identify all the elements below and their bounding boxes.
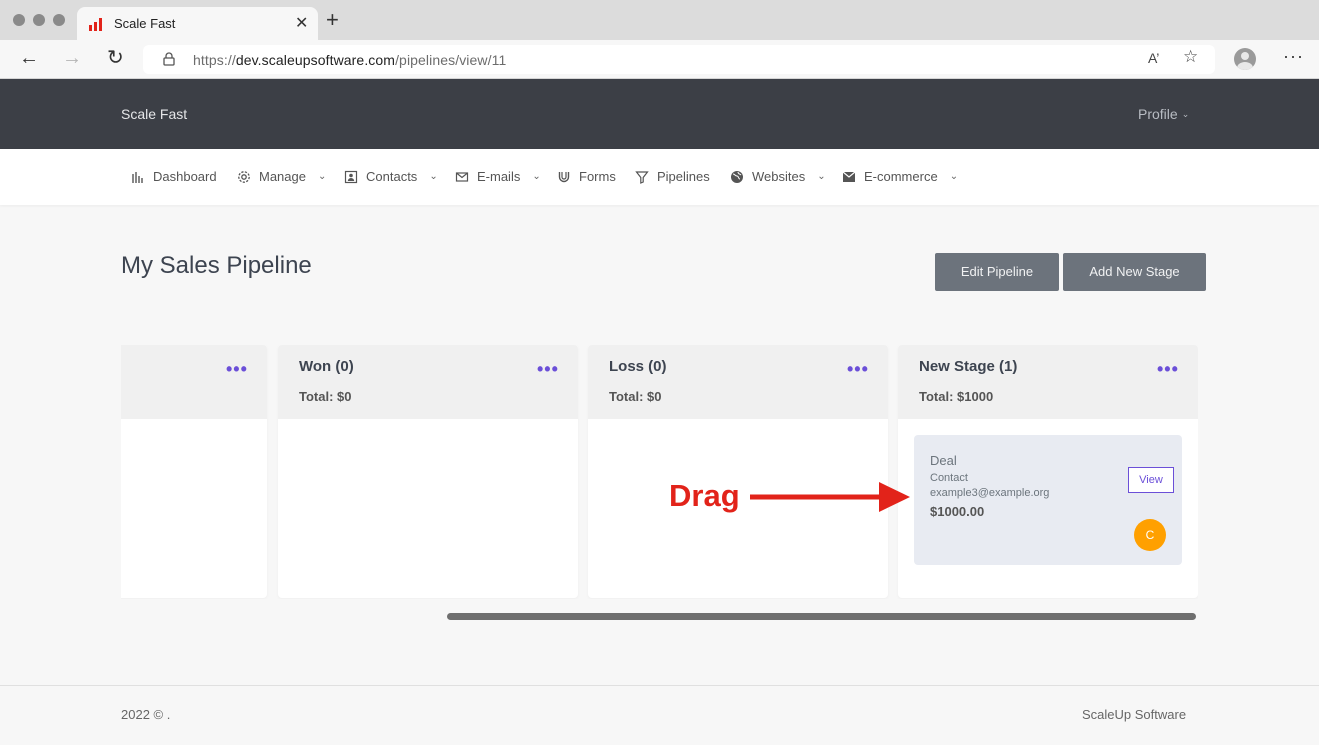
nav-websites-label: Websites [752,169,806,184]
view-deal-button[interactable]: View [1128,467,1174,493]
filter-icon [635,170,649,184]
favorites-star-icon[interactable]: ☆ [1183,47,1198,67]
stage-column: ••• [121,345,267,598]
nav-ecommerce[interactable]: E-commerce ⌄ [842,169,958,184]
add-new-stage-button[interactable]: Add New Stage [1063,253,1206,291]
stage-options-icon[interactable]: ••• [1157,359,1179,380]
reload-icon[interactable]: ↻ [107,48,124,68]
stage-header: ••• [121,345,267,419]
nav-pipelines[interactable]: Pipelines [635,169,710,184]
read-aloud-icon[interactable]: A’ [1148,50,1159,66]
nav-websites[interactable]: Websites ⌄ [730,169,826,184]
nav-dashboard[interactable]: Dashboard [131,169,217,184]
nav-contacts-label: Contacts [366,169,418,184]
stage-options-icon[interactable]: ••• [847,359,869,380]
drag-annotation-label: Drag [669,478,740,513]
edit-pipeline-button[interactable]: Edit Pipeline [935,253,1059,291]
pipeline-board[interactable]: ••• Won (0) Total: $0 ••• Loss (0) Total… [121,345,1198,599]
nav-manage-label: Manage [259,169,306,184]
bar-chart-icon [132,171,143,183]
profile-menu[interactable]: Profile ⌄ [1138,106,1189,122]
chevron-down-icon: ⌄ [817,171,826,182]
deal-owner-avatar: C [1134,519,1166,551]
nav-ecommerce-label: E-commerce [864,169,938,184]
chevron-down-icon: ⌄ [532,171,541,182]
chevron-down-icon: ⌄ [429,171,438,182]
zoom-window-button[interactable] [53,14,65,26]
new-tab-icon[interactable]: + [326,9,339,31]
address-toolbar: ← → ↻ https://dev.scaleupsoftware.com/pi… [0,40,1319,79]
forward-arrow-icon[interactable]: → [62,48,82,68]
nav-dashboard-label: Dashboard [153,169,217,184]
stage-column-new-stage: New Stage (1) Total: $1000 ••• Deal Cont… [898,345,1198,598]
deal-value: $1000.00 [930,504,985,519]
deal-contact: Contact [930,472,968,484]
nav-pipelines-label: Pipelines [657,169,710,184]
browser-tab-bar: Scale Fast ✕ + [0,0,1319,40]
deal-card[interactable]: Deal Contact example3@example.org $1000.… [914,435,1182,565]
app-header: Scale Fast Profile ⌄ [0,79,1319,149]
nav-emails-label: E-mails [477,169,521,184]
stage-name: Won (0) [299,358,354,375]
stage-options-icon[interactable]: ••• [537,359,559,380]
browser-tab[interactable]: Scale Fast ✕ [77,7,318,40]
footer-copyright: 2022 © . [121,707,171,722]
deal-title: Deal [930,453,957,468]
stage-column-loss: Loss (0) Total: $0 ••• [588,345,888,598]
browser-profile-avatar[interactable] [1234,48,1256,70]
page-title: My Sales Pipeline [121,252,312,279]
nav-forms-label: Forms [579,169,616,184]
minimize-window-button[interactable] [33,14,45,26]
mail-box-icon [842,171,856,182]
stage-column-won: Won (0) Total: $0 ••• [278,345,578,598]
url-text: https://dev.scaleupsoftware.com/pipeline… [193,52,507,68]
gear-icon [238,170,250,183]
nav-manage[interactable]: Manage ⌄ [237,169,326,184]
url-input[interactable]: https://dev.scaleupsoftware.com/pipeline… [143,45,1215,74]
scale-fast-favicon-icon [89,18,102,31]
footer-company-link[interactable]: ScaleUp Software [1082,707,1186,722]
envelope-icon [455,171,469,182]
stage-header: Won (0) Total: $0 ••• [278,345,578,419]
nav-emails[interactable]: E-mails ⌄ [455,169,541,184]
lock-icon [163,52,175,66]
stage-options-icon[interactable]: ••• [226,359,248,380]
stage-total: Total: $1000 [919,389,994,404]
contact-card-icon [344,170,358,183]
stage-name: New Stage (1) [919,358,1018,375]
tab-title: Scale Fast [114,16,176,31]
brand-link[interactable]: Scale Fast [121,106,187,122]
stage-total: Total: $0 [609,389,662,404]
chevron-down-icon: ⌄ [317,171,327,182]
nav-contacts[interactable]: Contacts ⌄ [344,169,438,184]
profile-label: Profile [1138,106,1178,122]
chevron-down-icon: ⌄ [1181,109,1190,119]
magnet-icon [558,171,570,182]
back-arrow-icon[interactable]: ← [19,48,39,68]
drag-arrow-icon [750,482,910,512]
stage-header: New Stage (1) Total: $1000 ••• [898,345,1198,419]
stage-total: Total: $0 [299,389,352,404]
more-options-icon[interactable]: ··· [1283,46,1304,67]
horizontal-scrollbar[interactable] [447,613,1196,620]
stage-header: Loss (0) Total: $0 ••• [588,345,888,419]
nav-forms[interactable]: Forms [557,169,616,184]
footer: 2022 © . ScaleUp Software [0,685,1319,745]
deal-email: example3@example.org [930,487,1050,499]
tab-close-icon[interactable]: ✕ [295,13,308,33]
main-nav: Dashboard Manage ⌄ Contacts ⌄ E-mails ⌄ … [0,149,1319,205]
close-window-button[interactable] [13,14,25,26]
globe-icon [731,170,743,183]
chevron-down-icon: ⌄ [949,171,959,182]
stage-name: Loss (0) [609,358,667,375]
